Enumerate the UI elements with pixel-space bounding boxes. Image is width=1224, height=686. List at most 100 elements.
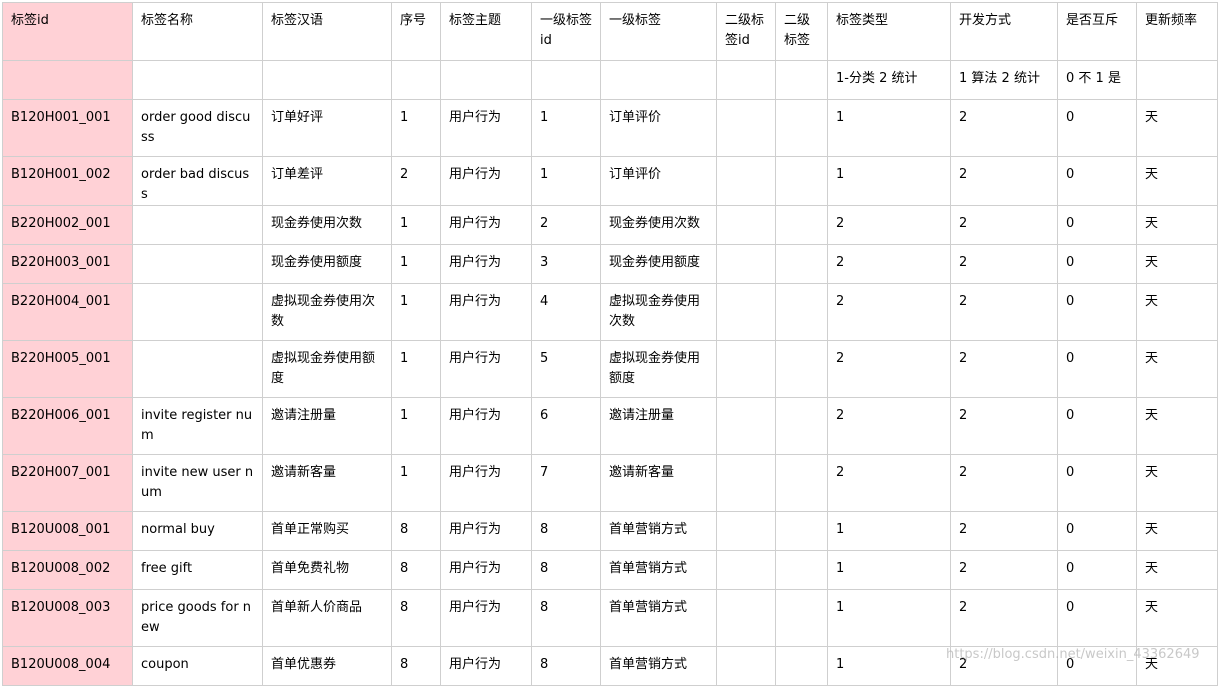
table-cell [716, 99, 776, 157]
table-cell: 天 [1136, 454, 1218, 512]
table-cell: 0 [1057, 205, 1137, 245]
table-cell: 2 [950, 454, 1058, 512]
table-cell [716, 511, 776, 551]
table-cell: 2 [827, 340, 951, 398]
legend-cell [132, 60, 263, 100]
table-row: B120U008_003 price goods for new 首单新人价商品 8 用… [2, 589, 1218, 647]
table-cell: 用户行为 [440, 156, 532, 206]
table-cell: 天 [1136, 340, 1218, 398]
table-cell: 0 [1057, 397, 1137, 455]
table-cell: 天 [1136, 283, 1218, 341]
table-cell: invite new user num [132, 454, 263, 512]
table-cell: 1 [827, 646, 951, 686]
table-cell: 用户行为 [440, 589, 532, 647]
table-cell: 天 [1136, 589, 1218, 647]
table-cell [132, 244, 263, 284]
table-cell [775, 156, 828, 206]
table-cell: 首单新人价商品 [262, 589, 392, 647]
table-cell [775, 99, 828, 157]
table-cell [775, 283, 828, 341]
table-cell: 2 [827, 397, 951, 455]
table-cell [775, 454, 828, 512]
table-cell: 虚拟现金券使用额度 [262, 340, 392, 398]
table-cell: 7 [531, 454, 601, 512]
header-cell: 更新频率 [1136, 2, 1218, 61]
table-cell: 8 [531, 511, 601, 551]
table-cell: 1 [391, 397, 441, 455]
table-cell: 用户行为 [440, 244, 532, 284]
table-cell: 2 [531, 205, 601, 245]
table-cell: 首单营销方式 [600, 511, 717, 551]
table-row: B120U008_004 coupon 首单优惠券 8 用户行为 8 首单营销方式 1 2 0 天 [2, 646, 1218, 686]
table-cell: 天 [1136, 205, 1218, 245]
table-cell: 订单好评 [262, 99, 392, 157]
legend-cell [531, 60, 601, 100]
table-cell [716, 550, 776, 590]
table-cell: 用户行为 [440, 454, 532, 512]
table-cell: 8 [531, 646, 601, 686]
table-cell: 订单评价 [600, 99, 717, 157]
tag-id-cell: B220H002_001 [2, 205, 133, 245]
table-cell: 1 [391, 205, 441, 245]
header-cell: 标签id [2, 2, 133, 61]
table-cell: price goods for new [132, 589, 263, 647]
table-row: B220H005_001 虚拟现金券使用额度 1 用户行为 5 虚拟现金券使用额度 2 2 0 天 [2, 340, 1218, 398]
table-cell: 0 [1057, 589, 1137, 647]
table-cell [716, 397, 776, 455]
table-cell: 0 [1057, 550, 1137, 590]
table-cell: 6 [531, 397, 601, 455]
table-row: B220H002_001 现金券使用次数 1 用户行为 2 现金券使用次数 2 2 0 天 [2, 205, 1218, 245]
table-cell: 1 [827, 511, 951, 551]
legend-cell: 0 不 1 是 [1057, 60, 1137, 100]
table-cell [775, 397, 828, 455]
table-cell: 用户行为 [440, 205, 532, 245]
table-cell: 天 [1136, 244, 1218, 284]
legend-cell [1136, 60, 1218, 100]
table-row: B120H001_001 order good discuss 订单好评 1 用户行为 1… [2, 99, 1218, 157]
table-cell: 首单营销方式 [600, 589, 717, 647]
table-cell: free gift [132, 550, 263, 590]
table-cell: 订单评价 [600, 156, 717, 206]
table-cell: 邀请注册量 [600, 397, 717, 455]
table-cell [775, 244, 828, 284]
tag-id-cell: B220H006_001 [2, 397, 133, 455]
table-cell: 邀请新客量 [600, 454, 717, 512]
table-cell: 现金券使用额度 [600, 244, 717, 284]
table-cell [132, 283, 263, 341]
table-cell: 订单差评 [262, 156, 392, 206]
table-cell: 2 [950, 646, 1058, 686]
table-cell: 首单正常购买 [262, 511, 392, 551]
table-cell [716, 244, 776, 284]
header-cell: 序号 [391, 2, 441, 61]
header-row: 标签id 标签名称 标签汉语 序号 标签主题 一级标签id 一级标签 二级标签i… [2, 2, 1218, 61]
legend-cell [440, 60, 532, 100]
table-row: B220H003_001 现金券使用额度 1 用户行为 3 现金券使用额度 2 2 0 天 [2, 244, 1218, 284]
table-cell [775, 589, 828, 647]
header-cell: 开发方式 [950, 2, 1058, 61]
table-cell: order bad discuss [132, 156, 263, 206]
table-cell: 0 [1057, 156, 1137, 206]
header-cell: 一级标签 [600, 2, 717, 61]
table-cell: 0 [1057, 340, 1137, 398]
table-cell: 1 [531, 156, 601, 206]
table-cell: 8 [391, 511, 441, 551]
table-cell: 8 [391, 646, 441, 686]
table-cell: 1 [391, 244, 441, 284]
table-cell: 1 [827, 99, 951, 157]
table-row: B220H004_001 虚拟现金券使用次数 1 用户行为 4 虚拟现金券使用次数 2 2 0 天 [2, 283, 1218, 341]
table-cell: 0 [1057, 511, 1137, 551]
table-cell: 2 [950, 589, 1058, 647]
table-cell: 1 [827, 589, 951, 647]
header-cell: 标签主题 [440, 2, 532, 61]
table-cell: 2 [950, 244, 1058, 284]
table-cell: 1 [391, 283, 441, 341]
table-cell [716, 589, 776, 647]
header-cell: 标签类型 [827, 2, 951, 61]
table-cell: 用户行为 [440, 511, 532, 551]
table-cell [775, 340, 828, 398]
tag-id-cell: B120U008_003 [2, 589, 133, 647]
table-cell: 0 [1057, 244, 1137, 284]
table-cell: 8 [531, 589, 601, 647]
table-row: B220H007_001 invite new user num 邀请新客量 1 用户行… [2, 454, 1218, 512]
table-cell: 2 [827, 205, 951, 245]
